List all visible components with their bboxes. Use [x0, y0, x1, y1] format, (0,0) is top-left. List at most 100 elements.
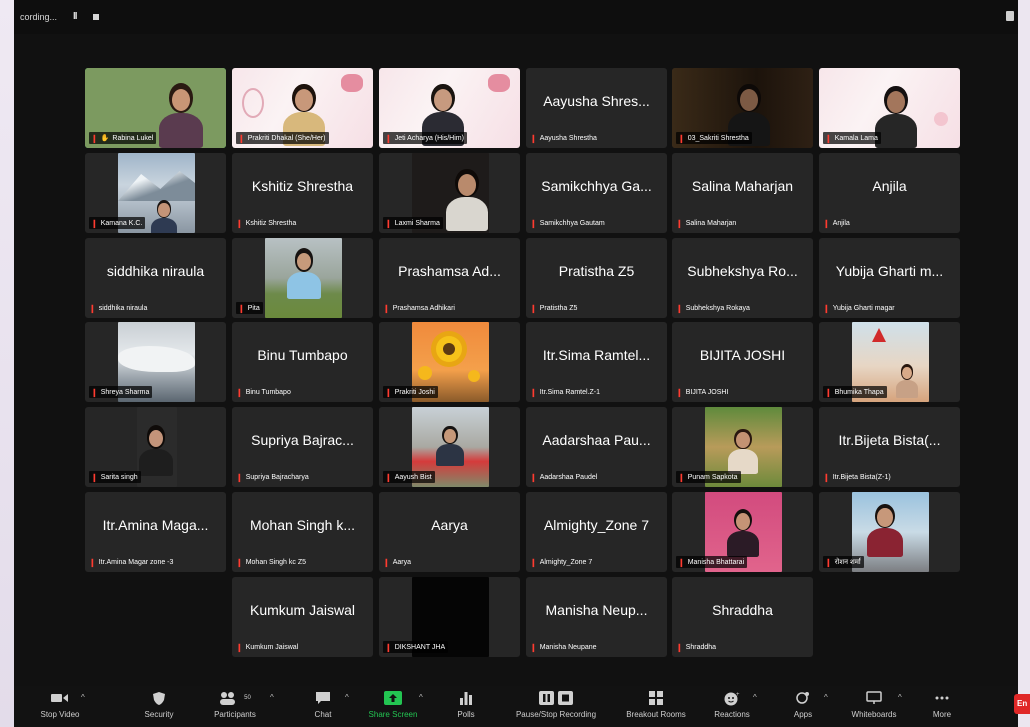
participant-caption: Pita: [247, 304, 260, 312]
participant-tile[interactable]: Binu Tumbapo ❙ Binu Tumbapo: [232, 322, 373, 402]
share-screen-button[interactable]: Share Screen: [362, 690, 424, 719]
stop-video-button[interactable]: Stop Video: [32, 690, 88, 719]
participant-display-name: Itr.Bijeta Bista(...: [838, 432, 941, 448]
participant-tile[interactable]: Itr.Sima Ramtel... ❙ Itr.Sima Ramtel.Z-1: [526, 322, 667, 402]
participant-name-label: ❙ Anjila: [823, 217, 850, 229]
participant-tile[interactable]: ❙ Kamala Lama: [819, 68, 960, 148]
participant-caption: Samikchhya Gautam: [539, 219, 605, 227]
participant-name-label: ❙ Jeti Acharya (His/Him): [383, 132, 467, 144]
participant-tile[interactable]: ❙ Aayush Bist: [379, 407, 520, 487]
participant-display-name: Yubija Gharti m...: [835, 263, 944, 279]
apps-button[interactable]: Apps: [788, 690, 818, 719]
participant-tile[interactable]: ❙ ✋ Rabina Lukel: [85, 68, 226, 148]
svg-text:+: +: [736, 692, 740, 698]
participant-name-label: ❙ Itr.Amina Magar zone -3: [89, 556, 173, 568]
background-right: [1018, 0, 1030, 727]
participant-name-label: ❙ Itr.Sima Ramtel.Z-1: [530, 386, 600, 398]
reactions-caret-icon[interactable]: ^: [753, 693, 757, 702]
microphone-muted-icon: ❙: [236, 218, 243, 228]
participant-tile[interactable]: Prashamsa Ad... ❙ Prashamsa Adhikari: [379, 238, 520, 318]
breakout-rooms-button[interactable]: Breakout Rooms: [616, 690, 696, 719]
participant-tile[interactable]: Mohan Singh k... ❙ Mohan Singh kc Z5: [232, 492, 373, 572]
participant-tile[interactable]: ❙ Kamana K.C.: [85, 153, 226, 233]
participant-tile[interactable]: Kshitiz Shrestha ❙ Kshitiz Shrestha: [232, 153, 373, 233]
participant-name-label: ❙ Pratistha Z5: [530, 302, 577, 314]
participant-tile[interactable]: Itr.Amina Maga... ❙ Itr.Amina Magar zone…: [85, 492, 226, 572]
share-options-caret-icon[interactable]: ^: [419, 693, 423, 702]
pause-recording-icon[interactable]: II: [73, 11, 77, 22]
share-screen-icon: [362, 690, 424, 706]
participant-tile[interactable]: ❙ Manisha Bhattarai: [672, 492, 813, 572]
participant-tile[interactable]: Shraddha ❙ Shraddha: [672, 577, 813, 657]
participant-caption: Punam Sapkota: [687, 473, 738, 481]
whiteboards-caret-icon[interactable]: ^: [898, 693, 902, 702]
participant-name-label: ❙ Almighty_Zone 7: [530, 556, 592, 568]
participant-tile[interactable]: Anjila ❙ Anjila: [819, 153, 960, 233]
participant-tile[interactable]: Itr.Bijeta Bista(... ❙ Itr.Bijeta Bista(…: [819, 407, 960, 487]
video-options-caret-icon[interactable]: ^: [81, 693, 85, 702]
microphone-muted-icon: ❙: [530, 133, 537, 143]
recording-status: cording...: [20, 12, 58, 22]
video-camera-icon: [32, 690, 88, 706]
participant-tile[interactable]: ❙ Pita: [232, 238, 373, 318]
participant-tile[interactable]: ❙ Sarita singh: [85, 407, 226, 487]
participant-tile[interactable]: BIJITA JOSHI ❙ BIJITA JOSHI: [672, 322, 813, 402]
chat-button[interactable]: Chat: [308, 690, 338, 719]
participant-tile[interactable]: ❙ Prakriti Joshi: [379, 322, 520, 402]
participant-tile[interactable]: ❙ Shreya Sharma: [85, 322, 226, 402]
participant-tile[interactable]: Aarya ❙ Aarya: [379, 492, 520, 572]
participant-caption: Aayush Bist: [394, 473, 432, 481]
participants-button[interactable]: 50 Participants: [207, 690, 263, 719]
participant-display-name: Mohan Singh k...: [249, 517, 356, 533]
participant-tile[interactable]: ❙ Jeti Acharya (His/Him): [379, 68, 520, 148]
microphone-muted-icon: ❙: [236, 557, 243, 567]
more-dots-icon: [926, 690, 958, 706]
participant-tile[interactable]: ❙ Punam Sapkota: [672, 407, 813, 487]
participant-display-name: Kshitiz Shrestha: [251, 178, 354, 194]
host-hand-icon: ✋: [100, 135, 110, 142]
participant-tile[interactable]: Almighty_Zone 7 ❙ Almighty_Zone 7: [526, 492, 667, 572]
whiteboards-button[interactable]: Whiteboards: [842, 690, 906, 719]
chat-options-caret-icon[interactable]: ^: [345, 693, 349, 702]
participants-options-caret-icon[interactable]: ^: [270, 693, 274, 702]
participant-tile[interactable]: Supriya Bajrac... ❙ Supriya Bajracharya: [232, 407, 373, 487]
participant-name-label: ❙ Kamana K.C.: [89, 217, 146, 229]
end-meeting-button[interactable]: En: [1014, 694, 1030, 714]
participant-tile[interactable]: Yubija Gharti m... ❙ Yubija Gharti magar: [819, 238, 960, 318]
participant-caption: Bhumika Thapa: [834, 388, 884, 396]
polls-button[interactable]: Polls: [451, 690, 481, 719]
participant-display-name: Itr.Sima Ramtel...: [542, 347, 651, 363]
participant-tile[interactable]: Manisha Neup... ❙ Manisha Neupane: [526, 577, 667, 657]
participant-tile[interactable]: ❙ Prakriti Dhakal (She/Her): [232, 68, 373, 148]
pause-stop-recording-button[interactable]: Pause/Stop Recording: [502, 690, 610, 719]
top-bar: cording... II: [14, 0, 1018, 34]
participant-tile[interactable]: ❙ रोशन शर्मा: [819, 492, 960, 572]
microphone-muted-icon: ❙: [530, 387, 537, 397]
stop-recording-icon[interactable]: [93, 14, 99, 20]
participant-tile[interactable]: ❙ 03_Sakriti Shrestha: [672, 68, 813, 148]
microphone-muted-icon: ❙: [89, 303, 96, 313]
view-icon[interactable]: [1006, 11, 1014, 21]
apps-caret-icon[interactable]: ^: [824, 693, 828, 702]
participant-tile[interactable]: ❙ Bhumika Thapa: [819, 322, 960, 402]
participant-tile[interactable]: siddhika niraula ❙ siddhika niraula: [85, 238, 226, 318]
participant-name-label: ❙ Manisha Neupane: [530, 641, 597, 653]
security-button[interactable]: Security: [134, 690, 184, 719]
microphone-muted-icon: ❙: [676, 642, 683, 652]
participant-caption: Kamana K.C.: [100, 219, 143, 227]
more-button[interactable]: More: [926, 690, 958, 719]
participant-name-label: ❙ Kumkum Jaiswal: [236, 641, 298, 653]
reactions-button[interactable]: + Reactions: [708, 690, 756, 720]
participant-tile[interactable]: Samikchhya Ga... ❙ Samikchhya Gautam: [526, 153, 667, 233]
participant-tile[interactable]: Aadarshaa Pau... ❙ Aadarshaa Paudel: [526, 407, 667, 487]
participant-tile[interactable]: Subhekshya Ro... ❙ Subhekshya Rokaya: [672, 238, 813, 318]
apps-icon: [788, 690, 818, 706]
participant-tile[interactable]: ❙ DIKSHANT JHA: [379, 577, 520, 657]
participant-name-label: ❙ Binu Tumbapo: [236, 386, 291, 398]
participant-tile[interactable]: ❙ Laxmi Sharma: [379, 153, 520, 233]
participant-tile[interactable]: Pratistha Z5 ❙ Pratistha Z5: [526, 238, 667, 318]
participant-display-name: Shraddha: [712, 602, 773, 618]
participant-tile[interactable]: Kumkum Jaiswal ❙ Kumkum Jaiswal: [232, 577, 373, 657]
participant-tile[interactable]: Aayusha Shres... ❙ Aayusha Shrestha: [526, 68, 667, 148]
participant-tile[interactable]: Salina Maharjan ❙ Salina Maharjan: [672, 153, 813, 233]
